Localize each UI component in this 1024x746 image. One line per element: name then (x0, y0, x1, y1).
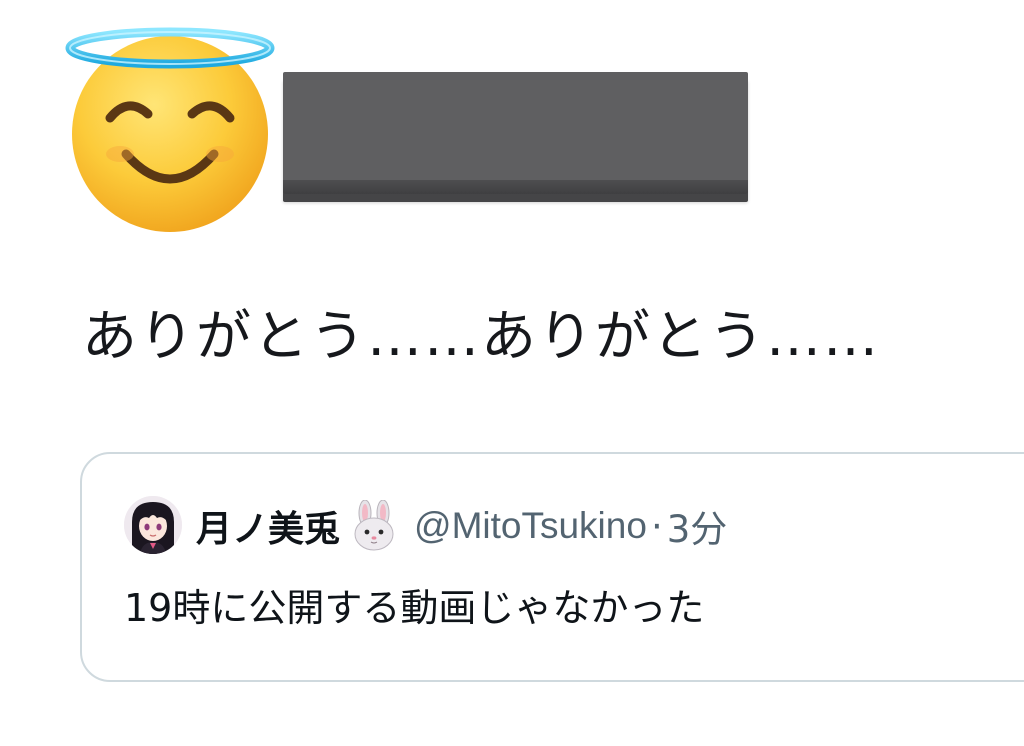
quoted-handle[interactable]: @MitoTsukino (414, 505, 647, 547)
rabbit-face-icon (348, 499, 400, 552)
user-avatar[interactable] (124, 496, 182, 554)
quoted-tweet-card[interactable] (80, 452, 1024, 682)
redacted-display-name (283, 72, 748, 194)
quoted-timestamp[interactable]: 3分 (667, 499, 728, 553)
smiling-face-with-halo-icon[interactable] (62, 22, 278, 234)
tweet-text: ありがとう……ありがとう…… (82, 304, 881, 368)
tweet-screenshot: ありがとう……ありがとう…… 月ノ美兎 @MitoTsukino · 3分 19… (0, 0, 1024, 746)
quoted-display-name[interactable]: 月ノ美兎 (196, 500, 340, 552)
quoted-tweet-header: 月ノ美兎 @MitoTsukino · 3分 (196, 496, 727, 556)
separator-dot: · (650, 504, 663, 548)
quoted-tweet-text: 19時に公開する動画じゃなかった (124, 586, 705, 630)
